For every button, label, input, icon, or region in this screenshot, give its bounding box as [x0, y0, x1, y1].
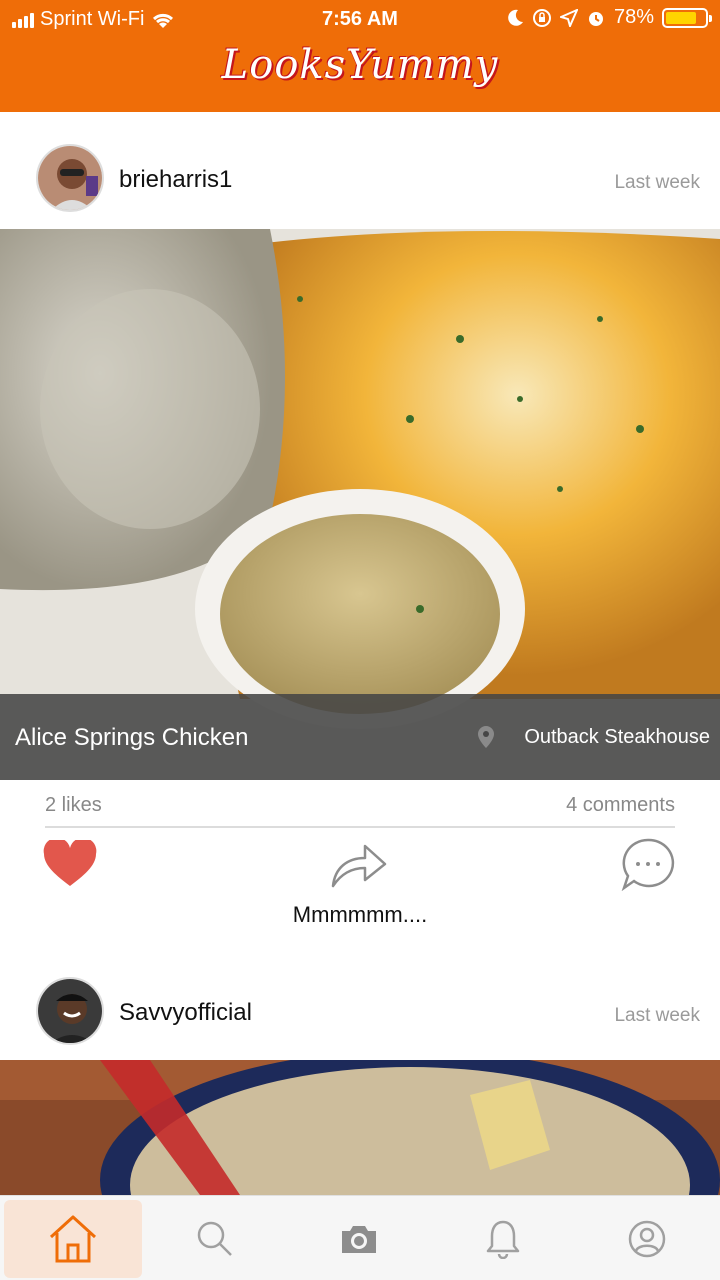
- post-caption: Mmmmmm....: [292, 902, 428, 927]
- status-right: 78%: [508, 6, 712, 29]
- search-icon: [197, 1221, 232, 1256]
- comments-count[interactable]: 4 comments: [566, 794, 675, 817]
- battery-fill: [666, 11, 696, 24]
- profile-icon: [628, 1220, 666, 1258]
- post-username[interactable]: Savvyofficial: [119, 999, 252, 1027]
- tab-bar: [0, 1195, 720, 1280]
- share-button[interactable]: [331, 842, 387, 893]
- rotation-lock-icon: [532, 8, 551, 27]
- camera-icon: [342, 1226, 376, 1253]
- comment-button[interactable]: [621, 837, 675, 896]
- location-pin-icon: [478, 726, 494, 748]
- avatar[interactable]: [36, 977, 104, 1045]
- share-icon: [331, 844, 387, 888]
- food-photo-image: [0, 1060, 720, 1195]
- post-photo-2[interactable]: [0, 1060, 720, 1195]
- dish-caption-bar: Alice Springs Chicken Outback Steakhouse: [0, 694, 720, 780]
- app-logo: LooksYummy: [221, 42, 499, 88]
- status-bar: Sprint Wi-Fi 7:56 AM 78%: [0, 0, 720, 38]
- battery-icon: [662, 7, 712, 28]
- post-time: Last week: [614, 1005, 700, 1026]
- app-screen: Sprint Wi-Fi 7:56 AM 78% LooksYummy brie…: [0, 0, 720, 1280]
- app-header: Sprint Wi-Fi 7:56 AM 78% LooksYummy: [0, 0, 720, 112]
- tab-profile[interactable]: [578, 1200, 716, 1278]
- heart-icon: [43, 837, 97, 886]
- home-icon: [49, 1215, 97, 1263]
- post-stats: 2 likes 4 comments: [45, 792, 675, 828]
- post-header: brieharris1 Last week: [0, 112, 720, 227]
- comment-bubble-icon: [621, 838, 675, 892]
- tab-search[interactable]: [146, 1200, 284, 1278]
- avatar[interactable]: [36, 144, 104, 212]
- restaurant-name[interactable]: Outback Steakhouse: [524, 726, 710, 749]
- post-username[interactable]: brieharris1: [119, 166, 232, 194]
- tab-notifications[interactable]: [434, 1200, 572, 1278]
- dish-name[interactable]: Alice Springs Chicken: [15, 724, 248, 752]
- post-photo[interactable]: Alice Springs Chicken Outback Steakhouse: [0, 229, 720, 780]
- bell-icon: [486, 1220, 520, 1259]
- likes-count[interactable]: 2 likes: [45, 794, 102, 817]
- post-time: Last week: [614, 172, 700, 193]
- like-button[interactable]: [43, 837, 97, 893]
- battery-percent: 78%: [613, 6, 654, 28]
- moon-icon: [508, 9, 523, 26]
- post-header-2: Savvyofficial Last week: [0, 945, 720, 1060]
- location-arrow-icon: [559, 8, 578, 27]
- tab-camera[interactable]: [290, 1200, 428, 1278]
- tab-home[interactable]: [4, 1200, 142, 1278]
- alarm-icon: [588, 11, 603, 26]
